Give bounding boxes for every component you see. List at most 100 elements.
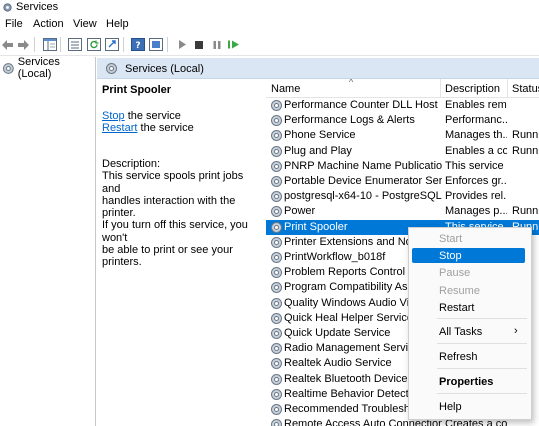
service-description-cell: Enables a co... <box>445 144 507 157</box>
toolbar-separator <box>34 37 35 52</box>
menu-view[interactable]: View <box>73 18 97 30</box>
menu-bar: File Action View Help <box>0 15 539 33</box>
gear-icon <box>271 282 282 294</box>
svg-text:?: ? <box>135 41 140 51</box>
service-status-cell: Runni <box>512 129 539 142</box>
gear-icon <box>271 100 282 111</box>
service-name: Performance Counter DLL Host <box>284 99 438 111</box>
column-divider[interactable] <box>507 79 508 98</box>
export-list-icon[interactable] <box>67 37 82 52</box>
column-header-name[interactable]: Name <box>271 83 300 95</box>
menu-item-label: All Tasks <box>439 326 483 338</box>
service-description-cell: Manages th... <box>445 129 507 142</box>
restart-icon[interactable] <box>226 37 241 52</box>
service-row[interactable]: Performance Logs & Alerts Performanc... <box>266 113 539 128</box>
gear-icon <box>271 358 282 370</box>
menu-item-refresh[interactable]: Refresh <box>409 349 531 366</box>
column-header-description[interactable]: Description <box>445 83 500 95</box>
restart-service-link[interactable]: Restart <box>102 122 137 134</box>
gear-icon <box>271 419 282 426</box>
title-bar: Services <box>0 0 539 15</box>
column-header-row: ^ Name Description Status <box>266 79 539 98</box>
service-name: PNRP Machine Name Publication ... <box>284 159 442 172</box>
description-line: This service spools print jobs and <box>102 170 244 195</box>
toolbar-separator <box>123 37 124 52</box>
pause-icon[interactable] <box>209 37 224 52</box>
show-hide-tree-icon[interactable] <box>42 37 57 52</box>
gear-icon <box>271 160 282 172</box>
menu-item-label: Refresh <box>439 351 478 363</box>
gear-icon <box>271 328 282 339</box>
service-status-cell: Runni <box>512 205 539 218</box>
service-row[interactable]: Performance Counter DLL Host Enables rem.… <box>266 98 539 113</box>
stop-icon[interactable] <box>191 37 206 52</box>
menu-item-restart[interactable]: Restart <box>409 300 531 317</box>
menu-item-properties[interactable]: Properties <box>409 374 531 391</box>
column-header-status[interactable]: Status <box>512 83 539 95</box>
service-name: Portable Device Enumerator Service <box>284 175 442 187</box>
menu-item-start[interactable]: Start <box>409 231 531 248</box>
submenu-arrow-icon: › <box>514 325 518 337</box>
menu-item-label: Restart <box>439 302 475 314</box>
service-name: Performance Logs & Alerts <box>284 114 415 127</box>
menu-action[interactable]: Action <box>33 18 64 30</box>
gear-icon <box>271 145 282 157</box>
menu-item-resume[interactable]: Resume <box>409 283 531 300</box>
description-line: If you turn off this service, you won't <box>102 219 248 244</box>
gear-icon <box>271 236 282 248</box>
selected-service-name: Print Spooler <box>102 84 172 96</box>
menu-item-stop[interactable]: Stop <box>409 248 531 265</box>
sort-ascending-icon: ^ <box>349 79 354 87</box>
services-gear-icon <box>3 3 12 12</box>
stop-service-link[interactable]: Stop <box>102 110 125 122</box>
service-description-cell: This service ... <box>445 159 507 172</box>
description-line: be able to print or see your printers. <box>102 244 233 269</box>
description-label: Description: <box>102 158 161 170</box>
refresh-icon[interactable] <box>86 37 101 52</box>
console-tree: Services (Local) <box>0 56 96 426</box>
gear-icon <box>2 62 14 74</box>
forward-arrow-icon[interactable] <box>16 37 31 52</box>
help-book-icon[interactable] <box>148 37 163 52</box>
gear-icon <box>271 343 282 355</box>
gear-icon <box>271 404 282 415</box>
menu-item-label: Start <box>439 233 463 245</box>
menu-item-all-tasks[interactable]: All Tasks › <box>409 324 531 341</box>
column-divider[interactable] <box>440 79 441 98</box>
service-row[interactable]: Power Manages p... Runni <box>266 204 539 219</box>
service-row[interactable]: postgresql-x64-10 - PostgreSQL Se...Prov… <box>266 189 539 204</box>
play-icon[interactable] <box>174 37 189 52</box>
gear-icon <box>271 252 282 263</box>
gear-icon <box>271 130 282 142</box>
service-row[interactable]: Portable Device Enumerator ServiceEnforc… <box>266 174 539 189</box>
service-description: Description: This service spools print j… <box>102 158 264 269</box>
service-row[interactable]: Plug and Play Enables a co... Runni <box>266 144 539 159</box>
stop-service-suffix: the service <box>124 110 181 122</box>
menu-item-pause[interactable]: Pause <box>409 265 531 282</box>
gear-icon <box>271 206 282 218</box>
menu-item-help[interactable]: Help <box>409 399 531 416</box>
service-row[interactable]: Phone Service Manages th... Runni <box>266 128 539 143</box>
toolbar: ? <box>0 33 539 56</box>
gear-icon <box>271 191 282 203</box>
menu-help[interactable]: Help <box>106 18 129 30</box>
menu-separator <box>437 318 527 319</box>
tree-node-label: Services (Local) <box>17 56 60 80</box>
menu-separator <box>437 393 527 394</box>
service-description-cell: Performanc... <box>445 114 507 127</box>
toolbar-separator <box>167 37 168 52</box>
menu-file[interactable]: File <box>5 18 23 30</box>
service-name: Power <box>284 205 316 218</box>
gear-icon <box>271 115 282 127</box>
back-arrow-icon[interactable] <box>0 37 15 52</box>
export-icon[interactable] <box>104 37 119 52</box>
restart-service-suffix: the service <box>137 122 194 134</box>
service-row[interactable]: PNRP Machine Name Publication ...This se… <box>266 159 539 174</box>
properties-icon[interactable]: ? <box>130 37 145 52</box>
extended-description-pane: Print Spooler Stop the service Restart t… <box>97 79 266 426</box>
service-description-cell: Enforces gr... <box>445 175 507 187</box>
tree-node-services-local[interactable]: Services (Local) <box>2 56 95 80</box>
gear-icon <box>271 267 282 279</box>
menu-item-label: Resume <box>439 285 480 297</box>
gear-icon <box>106 63 117 74</box>
